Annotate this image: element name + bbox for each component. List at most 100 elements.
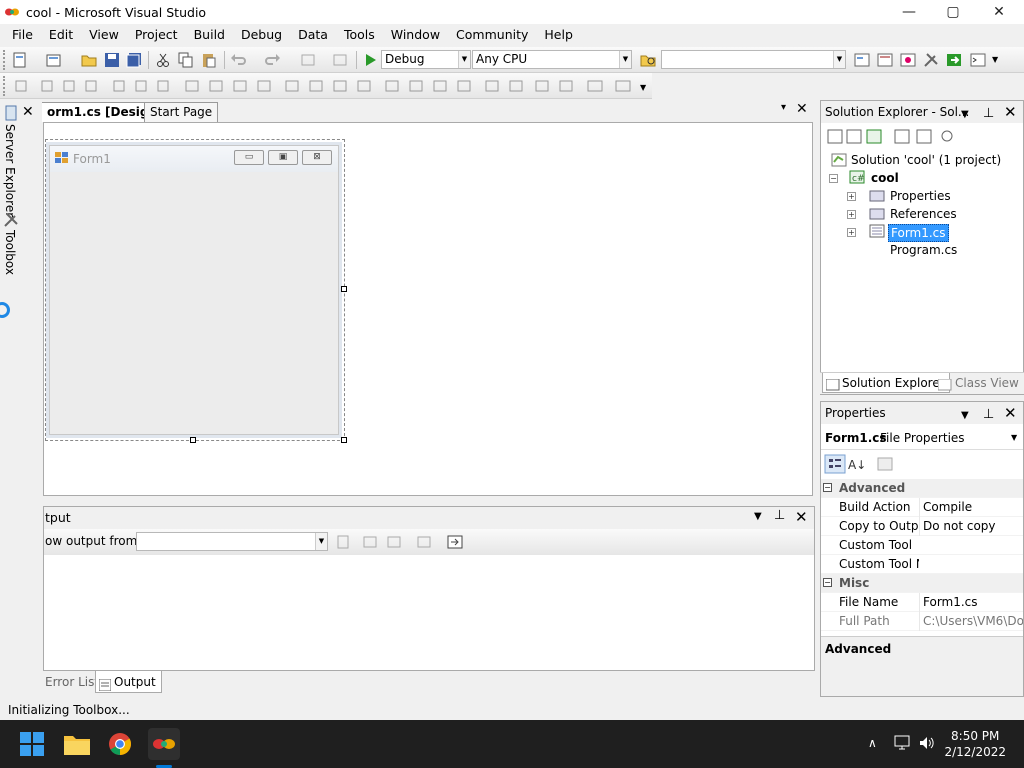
tree-project[interactable]: cool (871, 170, 899, 186)
menu-file[interactable]: File (4, 24, 41, 46)
form-maximize-button[interactable]: ▣ (268, 150, 298, 165)
tab-solution-explorer[interactable]: Solution Explorer (822, 373, 950, 393)
pin-icon[interactable]: ⊥ (983, 103, 994, 125)
output-toolbar-icons[interactable] (336, 534, 466, 550)
property-value[interactable]: Compile (919, 498, 1023, 517)
save-icon[interactable] (104, 52, 120, 68)
layout-alignment-icons[interactable] (14, 78, 644, 94)
add-item-icon[interactable] (46, 52, 62, 68)
navigate-backward-icon[interactable] (300, 52, 316, 68)
tree-references[interactable]: References (890, 206, 957, 222)
output-close-icon[interactable]: ✕ (795, 508, 808, 526)
menu-window[interactable]: Window (383, 24, 448, 46)
server-explorer-tab[interactable]: Server Explorer (3, 124, 17, 217)
redo-icon[interactable] (264, 52, 280, 68)
tree-solution[interactable]: Solution 'cool' (1 project) (851, 152, 1001, 168)
visual-studio-taskbar-icon[interactable] (148, 728, 180, 760)
tree-program-cs[interactable]: Program.cs (890, 242, 957, 258)
find-in-files-icon[interactable] (640, 52, 656, 68)
close-icon[interactable]: ✕ (1004, 402, 1017, 424)
network-icon[interactable] (894, 735, 912, 754)
object-selector[interactable]: Form1.cs File Properties ▼ (821, 428, 1023, 450)
chrome-icon[interactable] (104, 728, 136, 760)
undo-icon[interactable] (231, 52, 247, 68)
solution-configuration-dropdown[interactable]: Debug ▼ (381, 50, 471, 69)
tab-output[interactable]: Output (95, 671, 162, 693)
object-browser-icon[interactable] (900, 52, 916, 68)
clock[interactable]: 8:50 PM 2/12/2022 (944, 728, 1006, 760)
property-row[interactable]: Full Path C:\Users\VM6\Doc (821, 612, 1023, 631)
open-file-icon[interactable] (81, 52, 97, 68)
close-button[interactable]: ✕ (976, 0, 1022, 24)
menu-community[interactable]: Community (448, 24, 536, 46)
property-row[interactable]: Build Action Compile (821, 498, 1023, 517)
toolbox-tab-icon[interactable] (3, 212, 19, 228)
collapse-category-icon[interactable]: − (823, 483, 832, 492)
tab-start-page[interactable]: Start Page (144, 102, 219, 122)
start-page-icon[interactable] (946, 52, 962, 68)
solution-explorer-toolbar-icons[interactable] (827, 128, 977, 146)
property-category-misc[interactable]: − Misc (821, 574, 1023, 593)
menu-view[interactable]: View (81, 24, 127, 46)
toolbox-icon[interactable] (923, 52, 939, 68)
pin-icon[interactable]: ⊥ (983, 404, 994, 426)
volume-icon[interactable] (918, 735, 936, 754)
tab-class-view[interactable]: Class View (936, 373, 1019, 393)
toolbar-grip[interactable] (3, 76, 7, 96)
maximize-button[interactable]: ▢ (930, 0, 976, 24)
resize-handle-bottom[interactable] (190, 437, 196, 443)
file-explorer-icon[interactable] (61, 728, 93, 760)
close-tool-window-icon[interactable]: ✕ (22, 104, 34, 120)
tab-error-list[interactable]: Error List (45, 671, 99, 693)
form-close-button[interactable]: ⊠ (302, 150, 332, 165)
menu-tools[interactable]: Tools (336, 24, 383, 46)
collapse-project-icon[interactable]: − (829, 174, 838, 183)
expand-references-icon[interactable]: + (847, 210, 856, 219)
solution-platform-dropdown[interactable]: Any CPU ▼ (472, 50, 632, 69)
toolbar-grip[interactable] (3, 50, 7, 70)
start-debugging-icon[interactable] (362, 52, 378, 68)
window-position-icon[interactable]: ▼ (961, 104, 969, 126)
toolbox-tab[interactable]: Toolbox (3, 230, 17, 275)
close-document-icon[interactable]: ✕ (796, 101, 808, 117)
property-row[interactable]: Custom Tool N (821, 555, 1023, 574)
resize-handle-right[interactable] (341, 286, 347, 292)
output-pin-icon[interactable]: ⊥ (774, 508, 785, 523)
collapse-category-icon[interactable]: − (823, 578, 832, 587)
property-row[interactable]: Copy to Outpu Do not copy (821, 517, 1023, 536)
server-explorer-icon[interactable] (3, 105, 19, 121)
property-value[interactable]: Form1.cs (919, 593, 1023, 612)
window-position-icon[interactable]: ▼ (961, 405, 969, 427)
properties-window-icon[interactable] (877, 52, 893, 68)
property-value[interactable]: C:\Users\VM6\Doc (919, 612, 1023, 631)
output-source-dropdown[interactable]: ▼ (136, 532, 328, 551)
expand-form1-icon[interactable]: + (847, 228, 856, 237)
menu-help[interactable]: Help (536, 24, 581, 46)
close-icon[interactable]: ✕ (1004, 101, 1017, 123)
resize-handle-corner[interactable] (341, 437, 347, 443)
new-project-icon[interactable] (12, 52, 28, 68)
windows-start-icon[interactable] (16, 728, 48, 760)
designer-form[interactable]: Form1 ▭ ▣ ⊠ (49, 145, 339, 435)
form-minimize-button[interactable]: ▭ (234, 150, 264, 165)
paste-icon[interactable] (201, 52, 217, 68)
toolbar-options-icon[interactable]: ▼ (992, 55, 1008, 71)
copy-icon[interactable] (178, 52, 194, 68)
chevron-up-icon[interactable]: ∧ (868, 736, 877, 750)
menu-edit[interactable]: Edit (41, 24, 81, 46)
command-window-icon[interactable] (970, 52, 986, 68)
minimize-button[interactable]: — (886, 0, 932, 24)
tree-properties[interactable]: Properties (890, 188, 951, 204)
output-window-position-icon[interactable]: ▼ (754, 511, 762, 522)
property-category-advanced[interactable]: − Advanced (821, 479, 1023, 498)
properties-toolbar-icons[interactable]: A↓ (824, 454, 904, 474)
tree-form1-cs[interactable]: Form1.cs (888, 224, 949, 242)
menu-project[interactable]: Project (127, 24, 186, 46)
property-row[interactable]: File Name Form1.cs (821, 593, 1023, 612)
property-value[interactable]: Do not copy (919, 517, 1023, 536)
menu-data[interactable]: Data (290, 24, 336, 46)
navigate-forward-icon[interactable] (332, 52, 348, 68)
expand-properties-icon[interactable]: + (847, 192, 856, 201)
find-combo[interactable]: ▼ (661, 50, 846, 69)
cut-icon[interactable] (155, 52, 171, 68)
